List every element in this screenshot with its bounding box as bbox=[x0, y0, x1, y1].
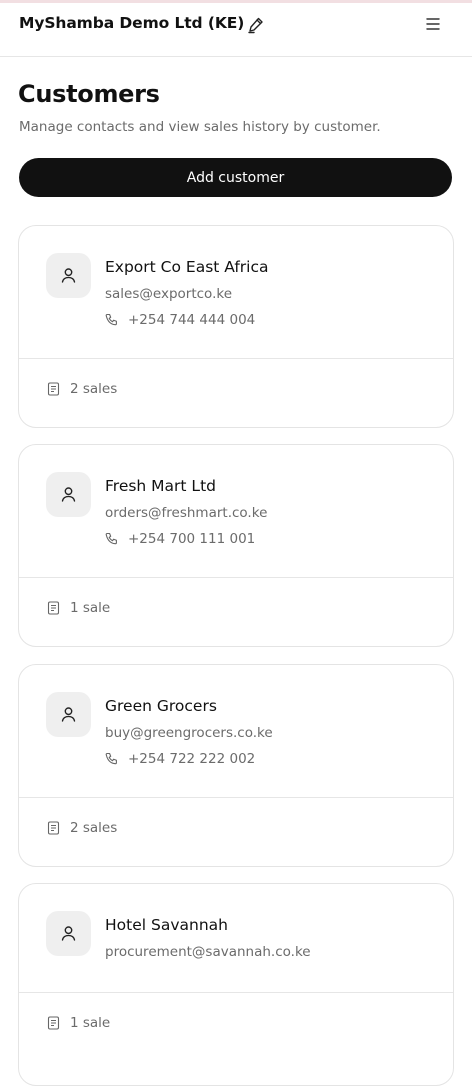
customer-name[interactable]: Export Co East Africa bbox=[105, 258, 268, 276]
receipt-icon bbox=[47, 382, 60, 396]
sales-count: 2 sales bbox=[70, 381, 118, 397]
top-bar: MyShamba Demo Ltd (KE) bbox=[0, 0, 472, 57]
customer-phone: +254 744 444 004 bbox=[128, 312, 256, 328]
avatar bbox=[46, 692, 91, 737]
add-customer-button[interactable]: Add customer bbox=[19, 158, 452, 197]
user-icon bbox=[61, 926, 76, 941]
divider bbox=[19, 577, 453, 578]
receipt-icon bbox=[47, 1016, 60, 1030]
sales-summary: 1 sale bbox=[47, 599, 110, 617]
customer-name[interactable]: Hotel Savannah bbox=[105, 916, 228, 934]
sales-count: 1 sale bbox=[70, 1015, 111, 1031]
divider bbox=[19, 358, 453, 359]
phone-icon bbox=[105, 532, 117, 545]
sales-summary: 2 sales bbox=[47, 380, 117, 398]
sales-count: 2 sales bbox=[70, 820, 118, 836]
sales-count: 1 sale bbox=[70, 600, 111, 616]
customer-email: procurement@savannah.co.ke bbox=[105, 944, 311, 960]
customer-phone-row: +254 744 444 004 bbox=[105, 311, 255, 329]
customer-phone-row: +254 700 111 001 bbox=[105, 530, 255, 548]
divider bbox=[19, 992, 453, 993]
receipt-icon bbox=[47, 601, 60, 615]
customer-card[interactable]: Fresh Mart Ltd orders@freshmart.co.ke +2… bbox=[18, 444, 454, 647]
user-icon bbox=[61, 268, 76, 283]
pencil-icon[interactable] bbox=[246, 15, 266, 35]
divider bbox=[19, 797, 453, 798]
user-icon bbox=[61, 707, 76, 722]
customer-card[interactable]: Hotel Savannah procurement@savannah.co.k… bbox=[18, 883, 454, 1086]
hamburger-menu-icon[interactable] bbox=[424, 15, 442, 33]
organization-name[interactable]: MyShamba Demo Ltd (KE) bbox=[19, 14, 244, 32]
user-icon bbox=[61, 487, 76, 502]
receipt-icon bbox=[47, 821, 60, 835]
customer-phone: +254 700 111 001 bbox=[128, 531, 256, 547]
phone-icon bbox=[105, 752, 117, 765]
phone-icon bbox=[105, 313, 117, 326]
customer-name[interactable]: Fresh Mart Ltd bbox=[105, 477, 216, 495]
sales-summary: 1 sale bbox=[47, 1014, 110, 1032]
avatar bbox=[46, 253, 91, 298]
customer-card[interactable]: Green Grocers buy@greengrocers.co.ke +25… bbox=[18, 664, 454, 867]
page-subtitle: Manage contacts and view sales history b… bbox=[19, 119, 381, 135]
customer-email: sales@exportco.ke bbox=[105, 286, 233, 302]
customer-email: buy@greengrocers.co.ke bbox=[105, 725, 273, 741]
customer-email: orders@freshmart.co.ke bbox=[105, 505, 268, 521]
page-title: Customers bbox=[18, 80, 160, 108]
customer-card[interactable]: Export Co East Africa sales@exportco.ke … bbox=[18, 225, 454, 428]
avatar bbox=[46, 472, 91, 517]
customer-phone: +254 722 222 002 bbox=[128, 751, 256, 767]
avatar bbox=[46, 911, 91, 956]
customer-phone-row: +254 722 222 002 bbox=[105, 750, 255, 768]
customer-name[interactable]: Green Grocers bbox=[105, 697, 217, 715]
sales-summary: 2 sales bbox=[47, 819, 117, 837]
